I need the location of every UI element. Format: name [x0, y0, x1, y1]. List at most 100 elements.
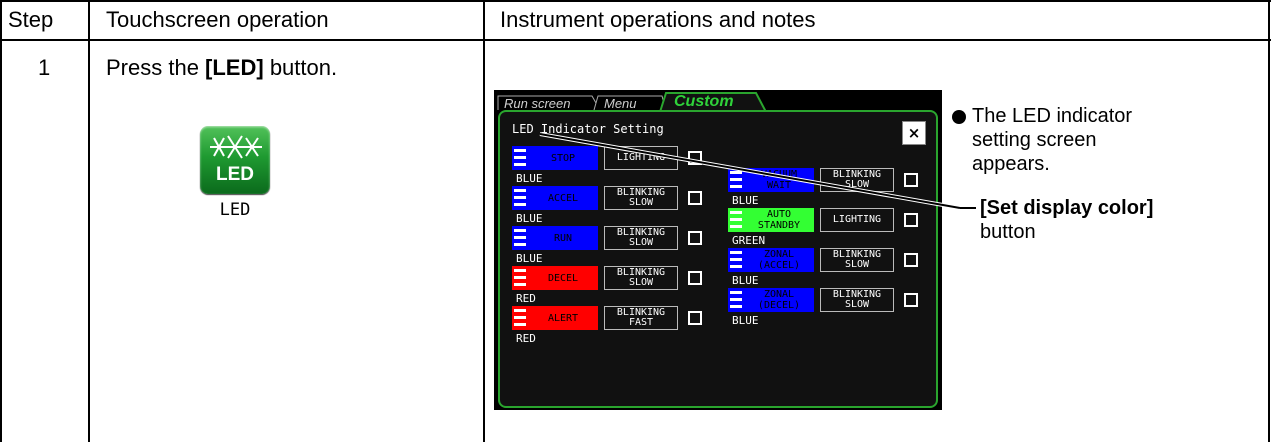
blink-mode-button[interactable]: BLINKING SLOW: [820, 288, 894, 312]
swatch-bar: [514, 203, 526, 206]
blink-mode-button[interactable]: BLINKING SLOW: [604, 186, 678, 210]
swatch-bar: [730, 225, 742, 228]
col-divider-1: [88, 0, 90, 442]
header-divider: [0, 39, 1271, 41]
color-swatch: [728, 208, 744, 232]
led-row: ACCEL BLINKING SLOW BLUE: [512, 186, 727, 226]
led-enable-checkbox[interactable]: [688, 311, 702, 325]
color-swatch: [512, 266, 528, 290]
color-name-label: BLUE: [516, 172, 543, 185]
swatch-bar: [514, 269, 526, 272]
tab-run-screen[interactable]: Run screen: [504, 96, 570, 111]
callout-label: [Set display color]: [980, 197, 1154, 219]
color-swatch: [728, 288, 744, 312]
swatch-bar: [514, 149, 526, 152]
swatch-bar: [730, 178, 742, 181]
col-divider-2: [483, 0, 485, 442]
swatch-bar: [514, 323, 526, 326]
blink-mode-button[interactable]: BLINKING SLOW: [820, 248, 894, 272]
set-display-color-button[interactable]: ACCEL: [528, 186, 598, 210]
led-button-caption: LED: [219, 200, 251, 220]
note-line-3: appears.: [972, 153, 1050, 175]
led-row: ZONAL (DECEL) BLINKING SLOW BLUE: [728, 288, 943, 328]
color-name-label: RED: [516, 292, 536, 305]
swatch-bar: [514, 276, 526, 279]
set-display-color-button[interactable]: STOP: [528, 146, 598, 170]
led-enable-checkbox[interactable]: [688, 231, 702, 245]
note-line-2: setting screen: [972, 129, 1097, 151]
swatch-bar: [514, 316, 526, 319]
set-display-color-button[interactable]: ALERT: [528, 306, 598, 330]
color-swatch: [728, 168, 744, 192]
blink-mode-button[interactable]: BLINKING SLOW: [820, 168, 894, 192]
swatch-bar: [514, 309, 526, 312]
swatch-bar: [514, 189, 526, 192]
blink-mode-button[interactable]: BLINKING FAST: [604, 306, 678, 330]
header-step: Step: [8, 7, 54, 32]
led-enable-checkbox[interactable]: [904, 213, 918, 227]
swatch-bar: [514, 236, 526, 239]
set-display-color-button[interactable]: RUN: [528, 226, 598, 250]
swatch-bar: [514, 229, 526, 232]
close-button[interactable]: ×: [902, 121, 926, 145]
led-enable-checkbox[interactable]: [904, 293, 918, 307]
led-setting-panel: LED Indicator Setting × STOP LIGHTING BLUE…: [498, 110, 938, 408]
header-instrument-operations: Instrument operations and notes: [500, 7, 816, 32]
touch-instruction-prefix: Press the: [106, 55, 206, 80]
color-name-label: RED: [516, 332, 536, 345]
led-row: STOP LIGHTING BLUE: [512, 146, 727, 186]
set-display-color-button[interactable]: ZONAL (ACCEL): [744, 248, 814, 272]
swatch-bar: [730, 298, 742, 301]
led-button[interactable]: LED: [200, 126, 270, 194]
blink-mode-button[interactable]: LIGHTING: [820, 208, 894, 232]
color-swatch: [728, 248, 744, 272]
led-enable-checkbox[interactable]: [688, 191, 702, 205]
color-name-label: BLUE: [516, 252, 543, 265]
swatch-bar: [730, 258, 742, 261]
color-name-label: GREEN: [732, 234, 766, 247]
set-display-color-button[interactable]: AUTO STANDBY: [744, 208, 814, 232]
color-name-label: BLUE: [732, 314, 759, 327]
swatch-bar: [730, 185, 742, 188]
swatch-bar: [730, 291, 742, 294]
led-enable-checkbox[interactable]: [688, 271, 702, 285]
led-row: VACUUM WAIT BLINKING SLOW BLUE: [728, 168, 943, 208]
led-enable-checkbox[interactable]: [688, 151, 702, 165]
led-enable-checkbox[interactable]: [904, 173, 918, 187]
led-row: DECEL BLINKING SLOW RED: [512, 266, 727, 306]
color-name-label: BLUE: [516, 212, 543, 225]
tab-menu[interactable]: Menu: [604, 96, 637, 111]
set-display-color-button[interactable]: VACUUM WAIT: [744, 168, 814, 192]
swatch-bar: [514, 283, 526, 286]
blink-mode-button[interactable]: LIGHTING: [604, 146, 678, 170]
swatch-bar: [730, 251, 742, 254]
table-right-border: [1268, 0, 1270, 442]
swatch-bar: [730, 171, 742, 174]
color-name-label: BLUE: [732, 194, 759, 207]
callout-label-suffix: button: [980, 221, 1036, 243]
color-swatch: [512, 146, 528, 170]
panel-title: LED Indicator Setting: [512, 122, 664, 136]
step-number: 1: [38, 55, 51, 80]
led-enable-checkbox[interactable]: [904, 253, 918, 267]
swatch-bar: [514, 243, 526, 246]
led-row: ZONAL (ACCEL) BLINKING SLOW BLUE: [728, 248, 943, 288]
table-left-border: [0, 0, 2, 442]
color-name-label: BLUE: [732, 274, 759, 287]
tab-custom[interactable]: Custom: [674, 93, 734, 111]
led-button-ref: [LED]: [205, 55, 264, 80]
color-swatch: [512, 306, 528, 330]
led-setting-screen: Run screen Menu Custom LED Indicator Set…: [494, 90, 942, 410]
touch-instruction-suffix: button.: [263, 55, 338, 80]
swatch-bar: [514, 196, 526, 199]
led-row: AUTO STANDBY LIGHTING GREEN: [728, 208, 943, 248]
set-display-color-button[interactable]: ZONAL (DECEL): [744, 288, 814, 312]
swatch-bar: [514, 156, 526, 159]
header-touchscreen-operation: Touchscreen operation: [106, 7, 329, 32]
blink-mode-button[interactable]: BLINKING SLOW: [604, 226, 678, 250]
swatch-bar: [514, 163, 526, 166]
set-display-color-button[interactable]: DECEL: [528, 266, 598, 290]
table-top-border: [0, 0, 1271, 2]
sparkle-icon: [210, 135, 262, 159]
blink-mode-button[interactable]: BLINKING SLOW: [604, 266, 678, 290]
